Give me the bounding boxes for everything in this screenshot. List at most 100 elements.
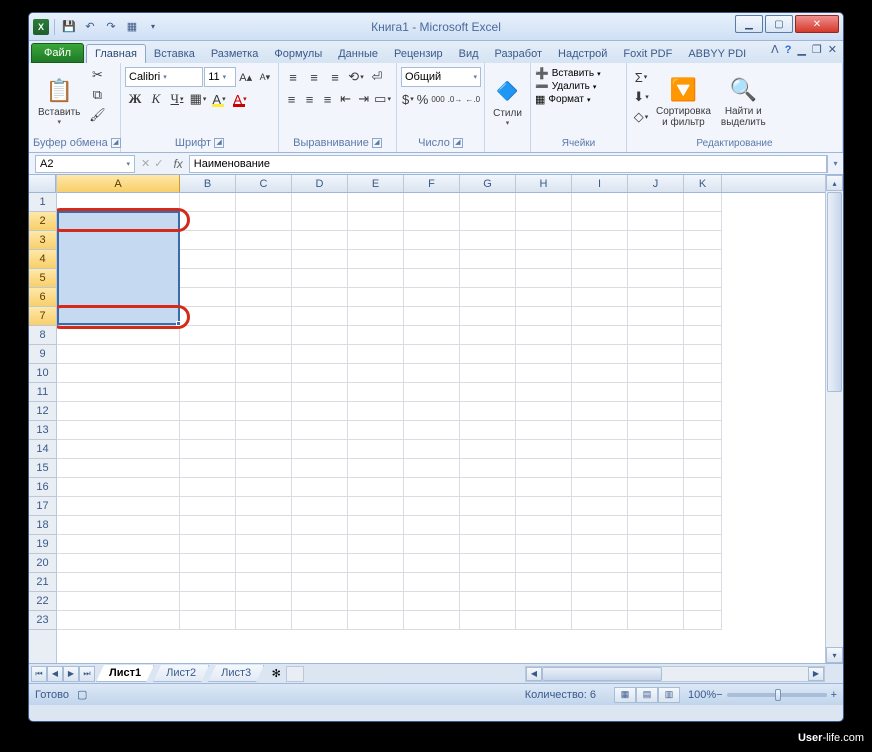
paste-button[interactable]: 📋 Вставить ▾ xyxy=(33,65,85,136)
cell-G13[interactable] xyxy=(460,421,516,440)
cell-K19[interactable] xyxy=(684,535,722,554)
cell-G4[interactable] xyxy=(460,250,516,269)
cell-D15[interactable] xyxy=(292,459,348,478)
cell-G14[interactable] xyxy=(460,440,516,459)
delete-cells-button[interactable]: ➖Удалить▾ xyxy=(535,80,622,93)
cell-I13[interactable] xyxy=(572,421,628,440)
cell-A13[interactable] xyxy=(57,421,180,440)
align-top-button[interactable]: ≡ xyxy=(283,67,303,87)
cell-K20[interactable] xyxy=(684,554,722,573)
column-header-I[interactable]: I xyxy=(572,175,628,192)
cell-I5[interactable] xyxy=(572,269,628,288)
cell-B3[interactable] xyxy=(180,231,236,250)
cell-C21[interactable] xyxy=(236,573,292,592)
tab-addins[interactable]: Надстрой xyxy=(550,45,615,63)
font-dialog-icon[interactable]: ◢ xyxy=(214,138,224,148)
cell-F9[interactable] xyxy=(404,345,460,364)
cell-D7[interactable] xyxy=(292,307,348,326)
workbook-minimize-icon[interactable]: ▁ xyxy=(797,43,805,56)
cell-I8[interactable] xyxy=(572,326,628,345)
cell-B2[interactable] xyxy=(180,212,236,231)
cell-E11[interactable] xyxy=(348,383,404,402)
cell-A16[interactable] xyxy=(57,478,180,497)
cell-I6[interactable] xyxy=(572,288,628,307)
cell-C3[interactable] xyxy=(236,231,292,250)
cell-F10[interactable] xyxy=(404,364,460,383)
column-header-H[interactable]: H xyxy=(516,175,572,192)
cell-H4[interactable] xyxy=(516,250,572,269)
cell-H10[interactable] xyxy=(516,364,572,383)
comma-button[interactable]: 000 xyxy=(430,89,445,109)
cell-E20[interactable] xyxy=(348,554,404,573)
font-name-combo[interactable]: Calibri▾ xyxy=(125,67,203,87)
cell-G10[interactable] xyxy=(460,364,516,383)
cell-H20[interactable] xyxy=(516,554,572,573)
cell-J10[interactable] xyxy=(628,364,684,383)
row-header-4[interactable]: 4 xyxy=(29,250,56,269)
autosum-button[interactable]: Σ xyxy=(631,67,651,87)
print-area-icon[interactable]: ▦ xyxy=(123,18,141,36)
cell-I11[interactable] xyxy=(572,383,628,402)
font-color-button[interactable]: A xyxy=(230,89,250,109)
cell-E13[interactable] xyxy=(348,421,404,440)
row-header-1[interactable]: 1 xyxy=(29,193,56,212)
cell-H5[interactable] xyxy=(516,269,572,288)
cell-J21[interactable] xyxy=(628,573,684,592)
column-header-D[interactable]: D xyxy=(292,175,348,192)
cell-C10[interactable] xyxy=(236,364,292,383)
cell-J22[interactable] xyxy=(628,592,684,611)
cell-K6[interactable] xyxy=(684,288,722,307)
cell-E18[interactable] xyxy=(348,516,404,535)
cell-K8[interactable] xyxy=(684,326,722,345)
row-header-3[interactable]: 3 xyxy=(29,231,56,250)
cell-G23[interactable] xyxy=(460,611,516,630)
cell-J13[interactable] xyxy=(628,421,684,440)
row-header-8[interactable]: 8 xyxy=(29,326,56,345)
clear-button[interactable]: ◇ xyxy=(631,107,651,127)
cell-K5[interactable] xyxy=(684,269,722,288)
cell-H21[interactable] xyxy=(516,573,572,592)
sheet-tab-1[interactable]: Лист1 xyxy=(96,665,154,682)
cell-G18[interactable] xyxy=(460,516,516,535)
shrink-font-button[interactable]: A▾ xyxy=(256,67,274,87)
sheet-tab-2[interactable]: Лист2 xyxy=(153,665,209,682)
cell-J14[interactable] xyxy=(628,440,684,459)
cell-G17[interactable] xyxy=(460,497,516,516)
cell-G2[interactable] xyxy=(460,212,516,231)
cell-D22[interactable] xyxy=(292,592,348,611)
cell-F23[interactable] xyxy=(404,611,460,630)
cell-A14[interactable] xyxy=(57,440,180,459)
column-header-J[interactable]: J xyxy=(628,175,684,192)
clipboard-dialog-icon[interactable]: ◢ xyxy=(111,138,121,148)
cell-E21[interactable] xyxy=(348,573,404,592)
cell-C22[interactable] xyxy=(236,592,292,611)
cell-F4[interactable] xyxy=(404,250,460,269)
cell-E12[interactable] xyxy=(348,402,404,421)
cell-H9[interactable] xyxy=(516,345,572,364)
cell-H2[interactable] xyxy=(516,212,572,231)
cell-K4[interactable] xyxy=(684,250,722,269)
scroll-up-button[interactable]: ▴ xyxy=(826,175,843,191)
decrease-indent-button[interactable]: ⇤ xyxy=(337,89,354,109)
cell-G9[interactable] xyxy=(460,345,516,364)
cell-D16[interactable] xyxy=(292,478,348,497)
font-size-combo[interactable]: 11▾ xyxy=(204,67,235,87)
cell-F6[interactable] xyxy=(404,288,460,307)
row-header-14[interactable]: 14 xyxy=(29,440,56,459)
align-left-button[interactable]: ≡ xyxy=(283,89,300,109)
cell-B14[interactable] xyxy=(180,440,236,459)
cell-B5[interactable] xyxy=(180,269,236,288)
cell-F22[interactable] xyxy=(404,592,460,611)
border-button[interactable]: ▦ xyxy=(188,89,208,109)
tab-formulas[interactable]: Формулы xyxy=(266,45,330,63)
cell-C6[interactable] xyxy=(236,288,292,307)
column-header-A[interactable]: A xyxy=(57,175,180,192)
cell-D10[interactable] xyxy=(292,364,348,383)
cell-J16[interactable] xyxy=(628,478,684,497)
cell-K18[interactable] xyxy=(684,516,722,535)
cell-D11[interactable] xyxy=(292,383,348,402)
cell-G8[interactable] xyxy=(460,326,516,345)
align-center-button[interactable]: ≡ xyxy=(301,89,318,109)
cell-F1[interactable] xyxy=(404,193,460,212)
cell-I16[interactable] xyxy=(572,478,628,497)
